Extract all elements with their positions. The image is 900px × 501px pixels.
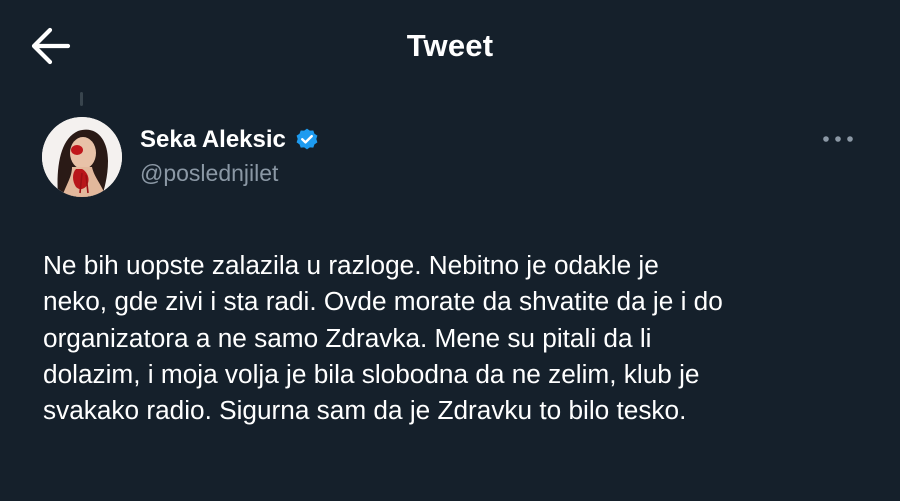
author-name-row[interactable]: Seka Aleksic <box>140 125 320 155</box>
tweet-text-line: dolazim, i moja volja je bila slobodna d… <box>43 358 700 389</box>
author-display-name: Seka Aleksic <box>140 126 286 153</box>
top-bar: Tweet <box>0 0 900 96</box>
tweet-text-line: organizatora a ne samo Zdravka. Mene su … <box>43 322 652 353</box>
profile-photo <box>42 117 122 197</box>
more-horizontal-icon <box>823 136 853 142</box>
tweet-text: Ne bih uopste zalazila u razloge. Nebitn… <box>43 247 873 428</box>
more-options-button[interactable] <box>814 126 864 152</box>
author-handle[interactable]: @poslednjilet <box>140 160 278 187</box>
verified-badge-icon <box>296 128 318 150</box>
tweet-text-line: svakako radio. Sigurna sam da je Zdravku… <box>43 395 687 426</box>
tweet-text-line: neko, gde zivi i sta radi. Ovde morate d… <box>43 286 723 317</box>
tweet-text-line: Ne bih uopste zalazila u razloge. Nebitn… <box>43 250 659 280</box>
thread-connector-line <box>80 92 83 106</box>
page-title: Tweet <box>406 28 494 63</box>
avatar[interactable] <box>42 117 122 197</box>
